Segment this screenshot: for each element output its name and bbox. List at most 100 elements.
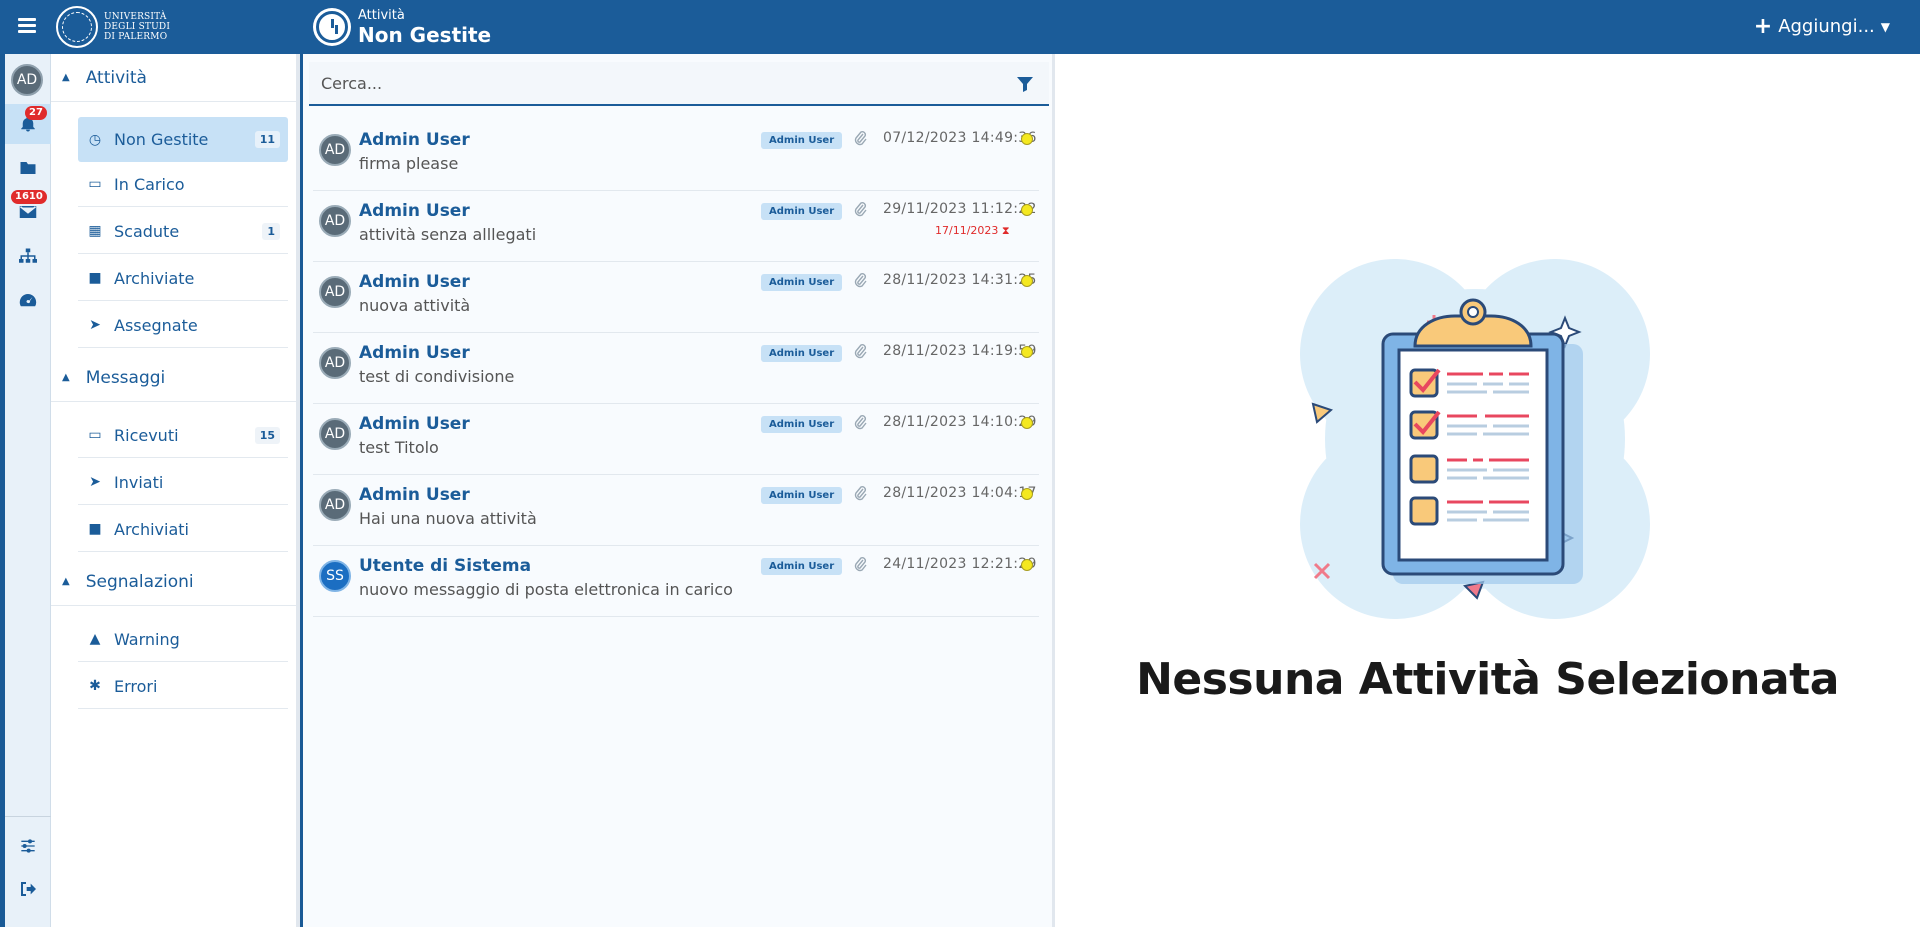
section-segnalazioni[interactable]: ▲ Segnalazioni: [51, 558, 296, 606]
nav-item-inviati[interactable]: ➤ Inviati: [78, 460, 288, 505]
nav-item-archiviate[interactable]: ■ Archiviate: [78, 256, 288, 301]
sender-name: Admin User: [359, 485, 470, 505]
activity-row[interactable]: AD Admin User Hai una nuova attività Admin …: [313, 475, 1039, 546]
due-date: 17/11/2023 ⧗: [935, 224, 1010, 237]
filter-icon[interactable]: [1017, 76, 1033, 92]
nav-item-label: Errori: [114, 676, 158, 696]
activity-row[interactable]: AD Admin User firma please Admin User 07/12/…: [313, 120, 1039, 191]
nav-item-label: Warning: [114, 629, 180, 649]
nav-item-in-carico[interactable]: ▭ In Carico: [78, 162, 288, 207]
activity-row[interactable]: SS Utente di Sistema nuovo messaggio di po…: [313, 546, 1039, 617]
activity-subject: nuova attività: [359, 296, 471, 315]
assignee-tag: Admin User: [761, 203, 843, 220]
clock-icon: ◷: [88, 131, 102, 148]
activity-row[interactable]: AD Admin User nuova attività Admin User 28/1…: [313, 262, 1039, 333]
activity-date: 07/12/2023 14:49:36: [883, 130, 1037, 146]
paperclip-icon: [854, 131, 867, 146]
nav-item-warning[interactable]: ▲ Warning: [78, 617, 288, 662]
nav-item-assegnate[interactable]: ➤ Assegnate: [78, 303, 288, 348]
icon-rail: AD 27 1610: [5, 54, 51, 927]
assignee-tag: Admin User: [761, 274, 843, 291]
university-logo[interactable]: Università degli Studi di Palermo: [56, 6, 170, 48]
notifications-badge: 27: [25, 106, 47, 120]
paper-plane-icon: ➤: [89, 474, 101, 490]
section-label: Attività: [85, 67, 147, 88]
activity-row[interactable]: AD Admin User test di condivisione Admin Us…: [313, 333, 1039, 404]
activity-subject: nuovo messaggio di posta elettronica in …: [359, 580, 733, 599]
add-button-label: Aggiungi...: [1778, 16, 1875, 37]
paperclip-icon: [854, 486, 867, 501]
nav-item-label: Scadute: [114, 221, 180, 241]
nav-item-ricevuti[interactable]: ▭ Ricevuti 15: [78, 413, 288, 458]
warning-icon: ▲: [89, 631, 101, 647]
rail-org-chart[interactable]: [5, 236, 51, 276]
sender-name: Utente di Sistema: [359, 556, 532, 576]
university-name-line-1: Università: [104, 12, 167, 22]
nav-item-non-gestite[interactable]: ◷ Non Gestite 11: [78, 117, 288, 162]
rail-logout[interactable]: [5, 869, 51, 909]
sender-name: Admin User: [359, 130, 470, 150]
nav-item-errori[interactable]: ✱ Errori: [78, 664, 288, 709]
user-avatar[interactable]: AD: [11, 64, 43, 96]
inbox-icon: ▭: [88, 427, 102, 443]
activity-date: 28/11/2023 14:19:59: [883, 343, 1037, 359]
university-name-line-2: degli Studi: [104, 22, 171, 32]
paperclip-icon: [854, 415, 867, 430]
rail-dashboard[interactable]: [5, 280, 51, 320]
sign-out-icon: [21, 882, 36, 896]
folder-icon: [20, 162, 36, 174]
paperclip-icon: [854, 557, 867, 572]
gauge-icon: [19, 294, 37, 307]
rail-mail[interactable]: 1610: [5, 190, 51, 232]
assignee-tag: Admin User: [761, 416, 843, 433]
nav-item-label: Assegnate: [114, 315, 198, 335]
university-name-line-3: di Palermo: [104, 32, 168, 42]
search-input[interactable]: [309, 73, 989, 93]
caret-up-icon: ▲: [62, 372, 70, 383]
nav-item-archiviati[interactable]: ■ Archiviati: [78, 507, 288, 552]
activity-date: 28/11/2023 14:04:17: [883, 485, 1037, 501]
status-dot-icon: [1021, 488, 1033, 500]
search-bar: [309, 62, 1049, 106]
count-badge: 15: [254, 426, 280, 444]
activity-row[interactable]: AD Admin User attività senza alllegati Admi…: [313, 191, 1039, 262]
activity-list: AD Admin User firma please Admin User 07/12/…: [313, 120, 1039, 617]
section-attivita[interactable]: ▲ Attività: [51, 54, 296, 102]
status-dot-icon: [1021, 204, 1033, 216]
rail-settings[interactable]: [5, 826, 51, 866]
sender-name: Admin User: [359, 201, 470, 221]
sender-avatar: AD: [319, 205, 351, 237]
section-label: Messaggi: [85, 367, 166, 388]
folder-icon: ■: [88, 521, 102, 537]
count-badge: 1: [262, 222, 280, 240]
status-dot-icon: [1021, 133, 1033, 145]
activity-subject: Hai una nuova attività: [359, 509, 537, 528]
section-messaggi[interactable]: ▲ Messaggi: [51, 354, 296, 402]
empty-state-title: Nessuna Attività Selezionata: [1136, 654, 1839, 705]
rail-notifications[interactable]: 27: [5, 104, 51, 144]
nav-item-label: Inviati: [114, 472, 164, 492]
nav-item-label: Non Gestite: [114, 130, 209, 149]
activity-date: 24/11/2023 12:21:29: [883, 556, 1037, 572]
sender-name: Admin User: [359, 414, 470, 434]
nav-item-label: Archiviati: [114, 519, 189, 539]
caret-up-icon: ▲: [62, 576, 70, 587]
activity-row[interactable]: AD Admin User test Titolo Admin User 28/11/2…: [313, 404, 1039, 475]
clock-icon: [313, 8, 351, 46]
nav-item-label: Archiviate: [114, 268, 195, 288]
add-button[interactable]: + Aggiungi... ▼: [1753, 13, 1890, 39]
rail-folders[interactable]: [5, 148, 51, 188]
sender-avatar: AD: [319, 489, 351, 521]
assignee-tag: Admin User: [761, 132, 843, 149]
nav-item-label: Ricevuti: [114, 425, 179, 445]
university-name: Università degli Studi di Palermo: [104, 12, 170, 42]
sender-avatar: SS: [319, 560, 351, 592]
envelope-icon: [19, 206, 37, 218]
activity-subject: test Titolo: [359, 438, 439, 457]
activity-subject: test di condivisione: [359, 367, 515, 386]
menu-toggle-icon[interactable]: [18, 18, 36, 34]
activity-subject: attività senza alllegati: [359, 225, 537, 244]
section-label: Attività: [358, 8, 405, 23]
nav-item-scadute[interactable]: ▦ Scadute 1: [78, 209, 288, 254]
plus-icon: +: [1753, 13, 1773, 39]
